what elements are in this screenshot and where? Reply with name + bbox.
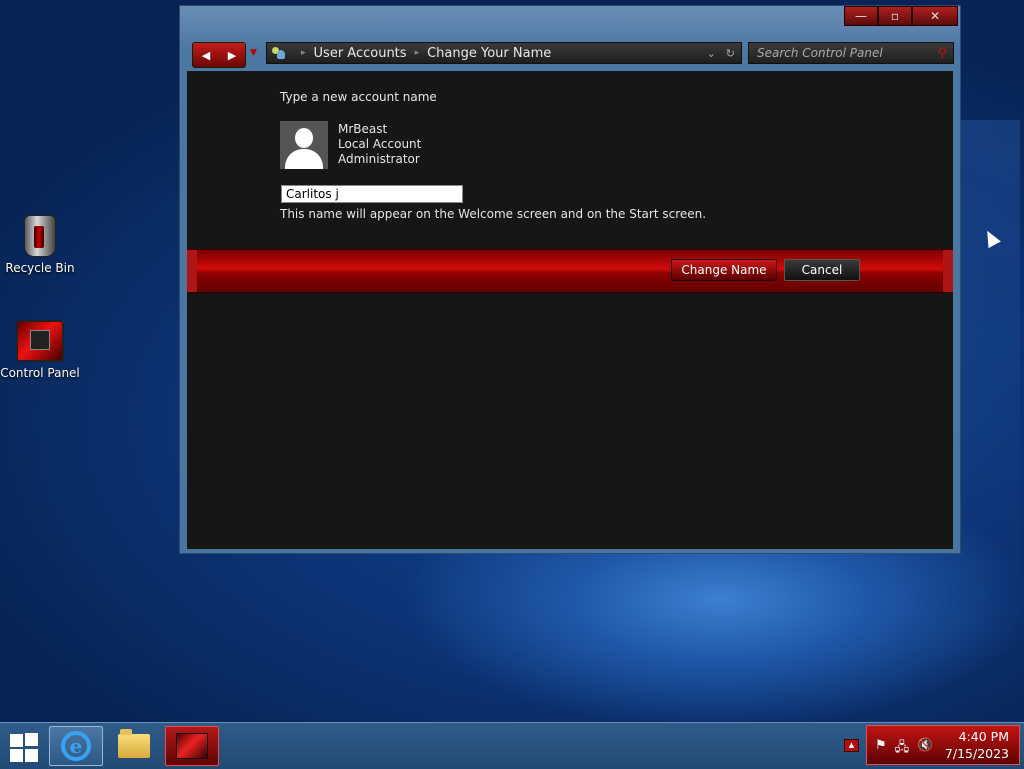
search-icon[interactable]: ⚲ [937, 46, 947, 61]
account-type: Local Account [338, 137, 422, 151]
windows-logo-icon [25, 749, 38, 762]
recycle-bin-icon [24, 215, 56, 257]
recent-pages-dropdown[interactable]: ▼ [250, 48, 257, 58]
taskbar-internet-explorer[interactable]: e [49, 726, 103, 766]
change-name-panel: Type a new account name MrBeast Local Ac… [187, 71, 953, 549]
desktop-icon-label: Control Panel [0, 366, 80, 380]
cancel-button[interactable]: Cancel [784, 259, 860, 281]
navigation-bar: ◀ ▶ ▼ ▸ User Accounts ▸ Change Your Name… [192, 40, 954, 70]
close-button[interactable]: ✕ [912, 6, 958, 26]
control-panel-icon [16, 320, 64, 362]
notification-area: ⚑ 🖧 🔇 4:40 PM 7/15/2023 [866, 725, 1020, 765]
control-panel-window: — ▫ ✕ ◀ ▶ ▼ ▸ User Accounts ▸ Change You… [179, 5, 961, 554]
volume-muted-icon[interactable]: 🔇 [917, 738, 933, 760]
windows-logo-icon [10, 749, 23, 762]
taskbar-control-panel[interactable] [165, 726, 219, 766]
ie-icon: e [61, 731, 91, 761]
breadcrumb-separator-icon[interactable]: ▸ [415, 48, 420, 58]
new-account-name-input[interactable] [281, 185, 463, 203]
tray-icons: ⚑ 🖧 🔇 [875, 738, 933, 760]
clock-time: 4:40 PM [958, 729, 1009, 744]
start-button[interactable] [10, 733, 38, 762]
refresh-icon[interactable]: ↻ [726, 47, 735, 60]
breadcrumb-separator-icon[interactable]: ▸ [301, 48, 306, 58]
maximize-button[interactable]: ▫ [878, 6, 912, 26]
minimize-button[interactable]: — [844, 6, 878, 26]
account-role: Administrator [338, 152, 420, 166]
address-dropdown-icon[interactable]: ⌄ [707, 47, 716, 60]
folder-icon [118, 729, 150, 758]
search-box[interactable]: Search Control Panel ⚲ [748, 42, 954, 64]
desktop-icon-label: Recycle Bin [5, 261, 75, 275]
back-forward-buttons: ◀ ▶ [192, 42, 246, 68]
desktop-icon-control-panel[interactable]: Control Panel [0, 320, 80, 380]
account-info: MrBeast Local Account Administrator [338, 122, 421, 167]
caption-buttons: — ▫ ✕ [844, 6, 958, 26]
forward-button[interactable]: ▶ [219, 43, 245, 67]
address-bar[interactable]: ▸ User Accounts ▸ Change Your Name ⌄ ↻ [266, 42, 742, 64]
change-name-button[interactable]: Change Name [671, 259, 777, 281]
show-hidden-icons-button[interactable]: ▲ [844, 739, 859, 752]
breadcrumb-change-your-name[interactable]: Change Your Name [427, 46, 551, 61]
clock[interactable]: 4:40 PM 7/15/2023 [945, 728, 1009, 762]
desktop-icon-recycle-bin[interactable]: Recycle Bin [0, 215, 80, 275]
control-panel-icon [176, 733, 208, 759]
page-prompt: Type a new account name [280, 90, 437, 104]
flag-icon[interactable]: ⚑ [875, 738, 887, 760]
user-avatar-icon [280, 121, 328, 169]
back-button[interactable]: ◀ [193, 43, 219, 67]
search-placeholder: Search Control Panel [757, 46, 883, 60]
user-accounts-icon [271, 45, 287, 61]
breadcrumb-user-accounts[interactable]: User Accounts [314, 46, 407, 61]
action-bar: Change Name Cancel [187, 249, 953, 293]
windows-logo-icon [25, 733, 38, 746]
clock-date: 7/15/2023 [944, 746, 1009, 761]
name-hint: This name will appear on the Welcome scr… [280, 207, 707, 221]
account-name: MrBeast [338, 122, 388, 136]
taskbar-file-explorer[interactable] [107, 726, 161, 766]
network-icon[interactable]: 🖧 [895, 738, 910, 760]
windows-logo-icon [10, 734, 23, 747]
